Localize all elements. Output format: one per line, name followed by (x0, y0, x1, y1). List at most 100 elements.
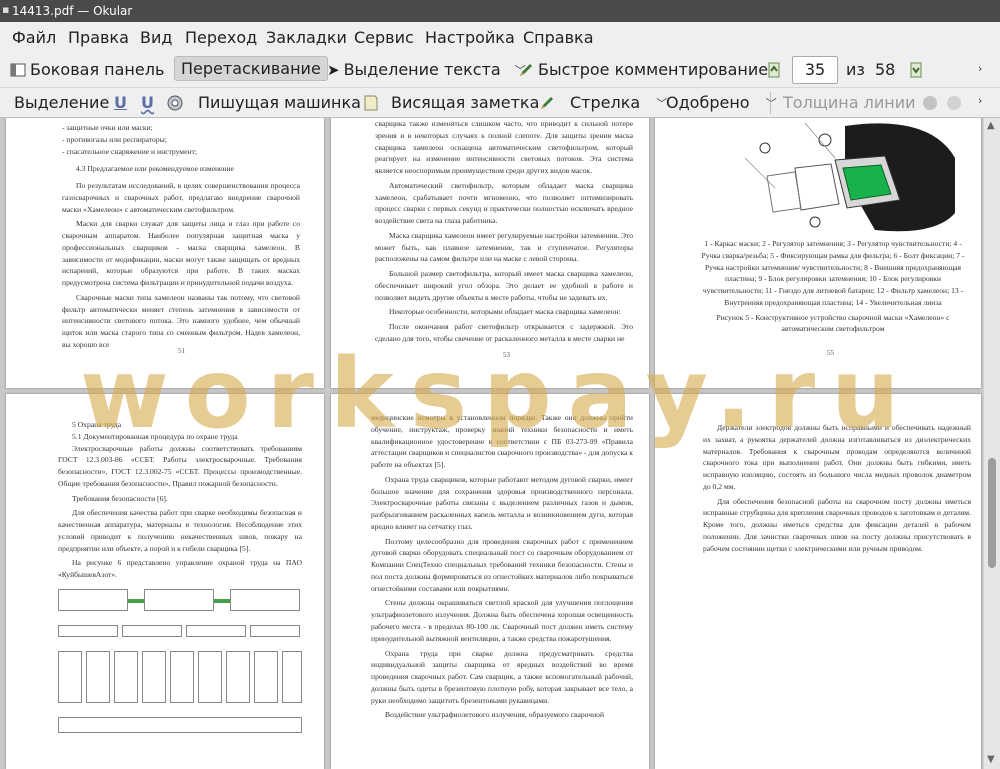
paragraph: Для обеспечения безопасной работы на сва… (703, 496, 971, 553)
paragraph: Охрана труда при сварке должна предусмат… (371, 648, 633, 705)
scroll-up-icon[interactable]: ▲ (987, 120, 995, 131)
diagram-box (250, 624, 300, 637)
window-title: 14413.pdf — Okular (12, 4, 133, 18)
diagram-box (170, 650, 194, 703)
stamp-approved-tool[interactable]: Одобрено ﹀ (666, 93, 777, 112)
squiggle-icon[interactable]: U (141, 93, 154, 112)
diagram-box (114, 650, 138, 703)
diagram-box (226, 650, 250, 703)
paragraph: Держатели электродов должны быть исправн… (703, 423, 971, 491)
chevron-down-icon[interactable]: ﹀ (766, 95, 777, 111)
quick-annotation-label: Быстрое комментирование (538, 60, 769, 79)
paragraph: Большой размер светофильтра, который име… (375, 269, 633, 302)
menu-help[interactable]: Справка (523, 28, 594, 47)
diagram-box (122, 624, 182, 637)
opacity-icon[interactable] (946, 95, 962, 111)
page-number-input[interactable]: 35 (792, 56, 838, 84)
diagram-box (254, 650, 278, 703)
toolbar-overflow-icon[interactable]: › (978, 62, 982, 75)
highlight-label: Выделение (14, 93, 110, 112)
paragraph: Электросварочные работы должны соответст… (58, 443, 302, 488)
diagram-box (186, 624, 246, 637)
diagram-box (58, 588, 128, 611)
diagram-box (230, 588, 300, 611)
paragraph: Сварочные маски типа хамелеон названы та… (62, 292, 300, 350)
line-width-label: Толщина линии (783, 93, 916, 112)
diagram-arrow (128, 598, 144, 603)
note-icon[interactable] (363, 95, 379, 111)
menu-bar: Файл Правка Вид Переход Закладки Сервис … (0, 22, 1000, 52)
arrow-label: Стрелка (570, 93, 641, 112)
diagram-box (58, 650, 82, 703)
next-page-icon[interactable] (908, 62, 924, 78)
diagram-box (86, 650, 110, 703)
paragraph: медицинские осмотры в установленном поря… (371, 413, 633, 470)
drag-mode-button[interactable]: Перетаскивание (174, 56, 328, 81)
paragraph: На рисунке 6 представлено управление охр… (58, 558, 302, 580)
list-item: - спасательное снаряжение и инструмент; (62, 146, 197, 156)
line-width-control[interactable]: Толщина линии (783, 93, 916, 112)
previous-page-icon[interactable] (766, 62, 782, 78)
paragraph: Маски для сварки служат для защиты лица … (62, 219, 300, 288)
text-select-button[interactable]: ➤ Выделение текста ﹀ (327, 60, 526, 79)
window-title-bar[interactable]: ▪ 14413.pdf — Okular (0, 0, 1000, 22)
document-page: сварщика также изменяться слишком часто,… (331, 118, 649, 388)
figure-caption: Рисунок 5 - Конструктивное устройство св… (716, 312, 950, 334)
toolbar-overflow-icon[interactable]: › (978, 94, 982, 107)
menu-settings[interactable]: Настройка (425, 28, 515, 47)
typewriter-label: Пишущая машинка (198, 93, 361, 112)
arrow-pen-icon[interactable] (539, 95, 555, 111)
stamp-icon[interactable] (167, 95, 183, 111)
list-item: - противогазы или респираторы; (62, 134, 167, 144)
menu-tools[interactable]: Сервис (354, 28, 414, 47)
menu-file[interactable]: Файл (12, 28, 56, 47)
sidebar-icon (10, 62, 26, 78)
menu-view[interactable]: Вид (140, 28, 172, 47)
underline-icon[interactable]: U (114, 93, 127, 112)
toolbar-separator (770, 92, 771, 114)
diagram-box (144, 588, 214, 611)
color-icon[interactable] (922, 95, 938, 111)
safety-management-diagram (58, 588, 302, 739)
diagram-box (282, 650, 302, 703)
page-number: 53 (503, 351, 510, 359)
main-toolbar: Боковая панель Перетаскивание ➤ Выделени… (0, 52, 1000, 88)
document-view[interactable]: - защитные очки или маски; - противогазы… (0, 118, 1000, 769)
diagram-box (58, 624, 118, 637)
paragraph: Поэтому целесообразно для проведения сва… (371, 536, 633, 593)
drag-mode-label: Перетаскивание (181, 59, 321, 78)
diagram-box (198, 650, 222, 703)
sidebar-button-label: Боковая панель (30, 60, 165, 79)
menu-go[interactable]: Переход (185, 28, 257, 47)
document-page: 1 - Каркас маски; 2 - Регулятор затемнен… (655, 118, 981, 388)
document-page: медицинские осмотры в установленном поря… (331, 394, 649, 769)
approved-label: Одобрено (666, 93, 750, 112)
paragraph: Требования безопасности [6]. (72, 493, 168, 503)
vertical-scrollbar[interactable]: ▲ ▼ (983, 118, 1000, 769)
paragraph: Автоматический светофильтр, которым обла… (375, 180, 633, 226)
window-menu-icon[interactable]: ▪ (2, 3, 9, 16)
sidebar-button[interactable]: Боковая панель (10, 60, 164, 79)
paragraph: Воздействие ультрафиолетового излучения,… (385, 710, 605, 720)
scroll-down-icon[interactable]: ▼ (987, 754, 995, 765)
paragraph: Маска сварщика хамелеон имеет регулируем… (375, 230, 633, 264)
paragraph: После окончания работ светофильтр открыв… (375, 322, 633, 344)
highlight-tool[interactable]: Выделение (14, 93, 109, 112)
pen-icon (518, 62, 534, 78)
diagram-box (58, 716, 302, 733)
menu-bookmarks[interactable]: Закладки (266, 28, 347, 47)
floating-note-label: Висящая заметка (391, 93, 540, 112)
paragraph: Стены должны окрашиваться светлой краско… (371, 598, 633, 643)
floating-note-tool[interactable]: Висящая заметка (391, 93, 539, 112)
page-number: 55 (827, 349, 834, 357)
welding-mask-figure (735, 118, 971, 238)
welding-mask-drawing (744, 122, 955, 232)
typewriter-tool[interactable]: Пишущая машинка (198, 93, 361, 112)
diagram-box (142, 650, 166, 703)
quick-annotation-button[interactable]: Быстрое комментирование (518, 60, 768, 79)
document-page: 5 Охрана труда 5.1 Документированная про… (6, 394, 324, 769)
menu-edit[interactable]: Правка (68, 28, 129, 47)
document-page: Держатели электродов должны быть исправн… (655, 394, 981, 769)
scrollbar-thumb[interactable] (988, 458, 996, 568)
arrow-tool[interactable]: Стрелка ﹀ (570, 93, 667, 112)
